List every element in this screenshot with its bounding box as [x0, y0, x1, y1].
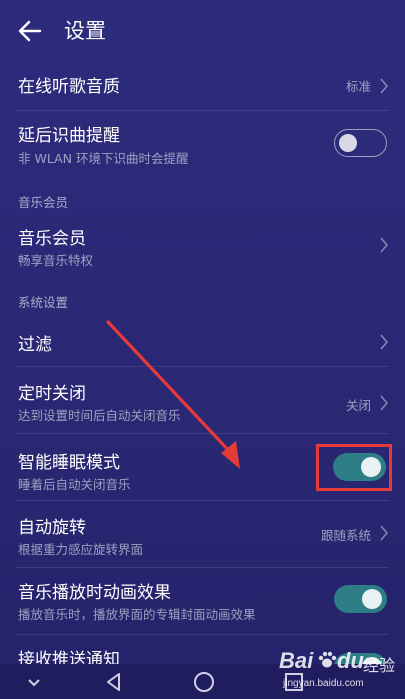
baidu-watermark: Bai du 经验 jingyan.baidu.com [277, 646, 395, 696]
play-animation-toggle[interactable] [334, 585, 387, 613]
setting-subtitle: 畅享音乐特权 [18, 253, 94, 268]
nav-back-icon[interactable] [102, 670, 126, 694]
setting-subtitle: 非 WLAN 环境下识曲时会提醒 [18, 151, 189, 166]
setting-title: 自动旋转 [18, 518, 86, 538]
chevron-right-icon [380, 395, 388, 411]
section-label-music-member: 音乐会员 [18, 195, 69, 210]
setting-online-quality[interactable]: 在线听歌音质 标准 [0, 62, 405, 110]
back-button[interactable] [16, 18, 44, 44]
section-label-system: 系统设置 [18, 295, 69, 310]
setting-subtitle: 播放音乐时，播放界面的专辑封面动画效果 [18, 607, 256, 622]
setting-value: 跟随系统 [320, 528, 371, 543]
chevron-right-icon [380, 334, 388, 350]
setting-title: 过滤 [18, 335, 52, 355]
chevron-right-icon [380, 237, 388, 253]
setting-timer-off[interactable]: 定时关闭 达到设置时间后自动关闭音乐 关闭 [0, 367, 405, 433]
paw-icon [318, 651, 337, 668]
setting-subtitle: 睡着后自动关闭音乐 [18, 477, 131, 492]
setting-auto-rotate[interactable]: 自动旋转 根据重力感应旋转界面 跟随系统 [0, 501, 405, 567]
setting-title: 接收推送通知 [18, 650, 120, 665]
setting-title: 音乐播放时动画效果 [18, 583, 171, 603]
setting-subtitle: 达到设置时间后自动关闭音乐 [18, 408, 181, 423]
setting-subtitle: 根据重力感应旋转界面 [18, 542, 144, 557]
setting-title: 智能睡眠模式 [18, 453, 120, 473]
toggle-knob [339, 134, 357, 152]
back-arrow-icon [18, 20, 42, 42]
highlight-box [316, 444, 392, 491]
chevron-right-icon [380, 78, 388, 94]
setting-music-member[interactable]: 音乐会员 畅享音乐特权 [0, 214, 405, 274]
toggle-knob [362, 589, 382, 609]
chevron-down-icon[interactable] [22, 670, 46, 694]
setting-filter[interactable]: 过滤 [0, 318, 405, 366]
watermark-url: jingyan.baidu.com [283, 678, 364, 689]
watermark-brand: Bai [279, 648, 314, 673]
setting-title: 音乐会员 [18, 229, 86, 249]
app-header: 设置 [0, 0, 405, 62]
chevron-right-icon [380, 525, 388, 541]
watermark-label: 经验 [363, 658, 396, 675]
setting-value: 标准 [345, 79, 371, 94]
setting-title: 在线听歌音质 [18, 77, 120, 97]
setting-play-animation[interactable]: 音乐播放时动画效果 播放音乐时，播放界面的专辑封面动画效果 [0, 568, 405, 634]
nav-home-icon[interactable] [192, 670, 216, 694]
watermark-brand-suffix: du [337, 648, 364, 673]
page-title: 设置 [64, 19, 106, 43]
post-id-toggle[interactable] [334, 129, 387, 157]
settings-screen: 设置 在线听歌音质 标准 延后识曲提醒 非 WLAN 环境下识曲时会提醒 音乐会… [0, 0, 405, 699]
setting-title: 延后识曲提醒 [18, 126, 120, 146]
setting-title: 定时关闭 [18, 384, 86, 404]
setting-value: 关闭 [345, 398, 371, 413]
setting-post-id-reminder[interactable]: 延后识曲提醒 非 WLAN 环境下识曲时会提醒 [0, 111, 405, 175]
